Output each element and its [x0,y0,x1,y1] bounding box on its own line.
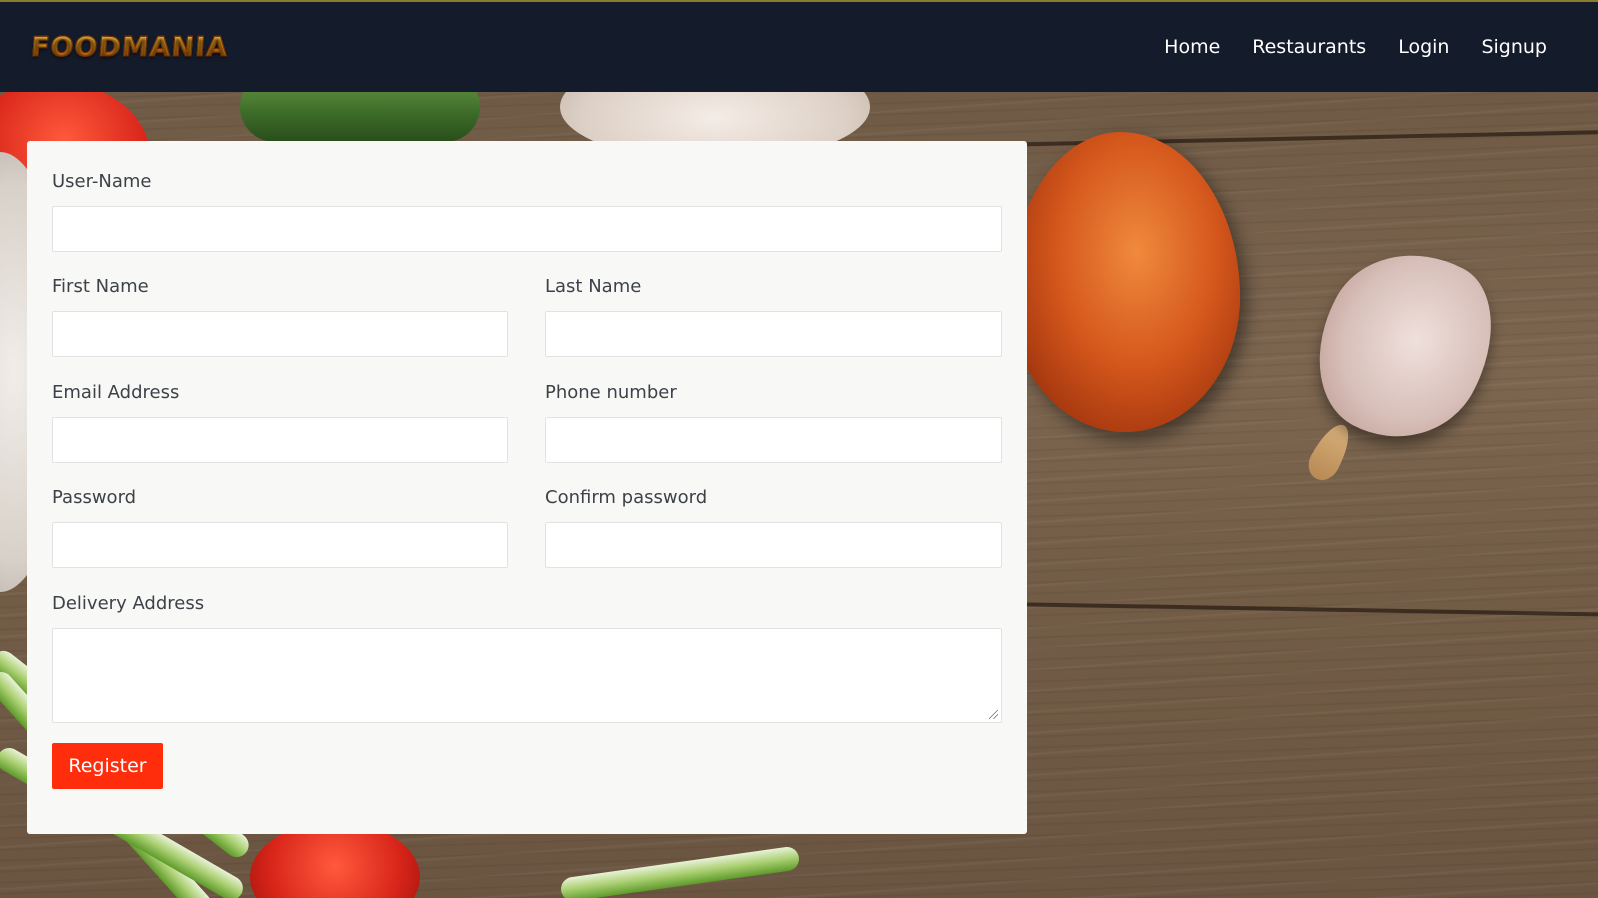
first-name-input[interactable] [52,311,508,357]
phone-label: Phone number [545,382,677,403]
last-name-input[interactable] [545,311,1002,357]
nav-link-signup[interactable]: Signup [1481,36,1547,58]
brand-logo[interactable]: FOODMANIA [29,31,229,63]
first-name-label: First Name [52,276,149,297]
phone-input[interactable] [545,417,1002,463]
garlic-tip-image [1302,418,1358,486]
nav-links: Home Restaurants Login Signup [1132,36,1547,58]
delivery-address-label: Delivery Address [52,593,205,614]
confirm-password-input[interactable] [545,522,1002,568]
last-name-label: Last Name [545,276,642,297]
wood-plank-gap [980,601,1598,617]
email-label: Email Address [52,382,180,403]
password-label: Password [52,487,137,508]
nav-link-home[interactable]: Home [1164,36,1220,58]
resize-handle-icon[interactable] [989,710,998,719]
nav-link-login[interactable]: Login [1398,36,1449,58]
username-label: User-Name [52,171,152,192]
password-input[interactable] [52,522,508,568]
register-button[interactable]: Register [52,743,163,789]
username-input[interactable] [52,206,1002,252]
registration-form: User-Name First Name Last Name Email Add… [27,141,1027,834]
nav-link-restaurants[interactable]: Restaurants [1252,36,1366,58]
confirm-password-label: Confirm password [545,487,708,508]
garlic-clove-image [1287,222,1522,468]
onion-image [1010,132,1240,432]
top-navbar: FOODMANIA Home Restaurants Login Signup [0,0,1598,92]
delivery-address-textarea[interactable] [52,628,1002,723]
email-input[interactable] [52,417,508,463]
scallion-image [559,845,801,898]
cucumber-image [240,92,480,142]
